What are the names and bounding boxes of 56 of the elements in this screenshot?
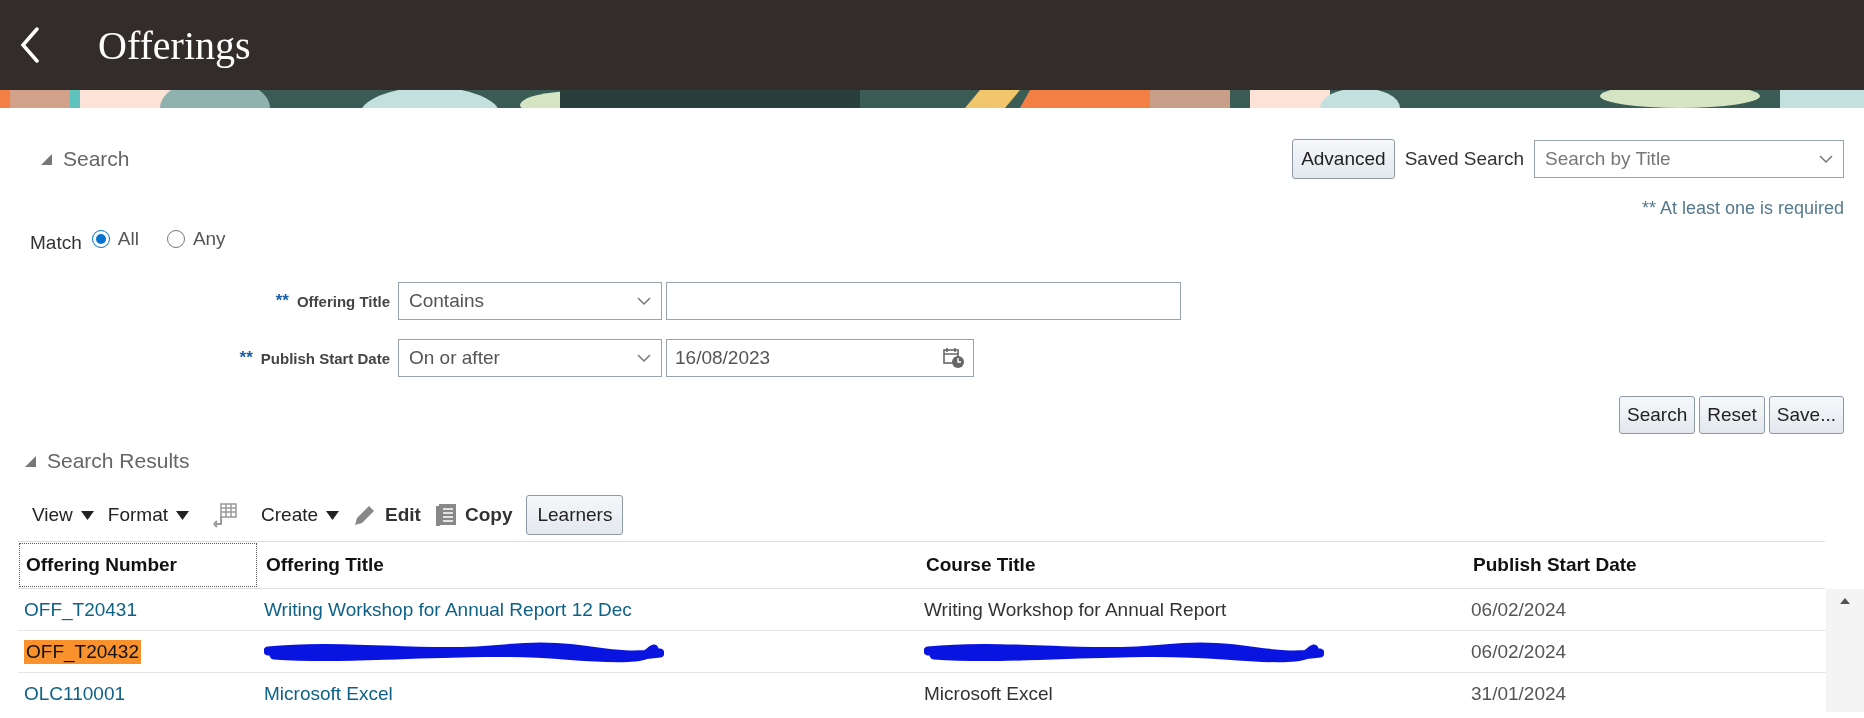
saved-search-label: Saved Search: [1404, 148, 1524, 170]
link[interactable]: Microsoft Excel: [264, 682, 393, 705]
highlighted-link[interactable]: OFF_T20432: [24, 639, 141, 664]
caret-icon: [1819, 154, 1833, 164]
menu-button[interactable]: Format: [107, 504, 190, 526]
scroll-up-icon[interactable]: [1839, 597, 1851, 605]
learners-button[interactable]: Learners: [526, 495, 624, 535]
table-cell: 31/01/2024: [1471, 682, 1567, 705]
section-heading: Search Results: [47, 449, 190, 473]
action-button[interactable]: Search: [1619, 396, 1696, 434]
field-label: Publish Start Date: [260, 349, 390, 367]
field-label: Offering Title: [296, 292, 390, 310]
radio-button[interactable]: [166, 230, 185, 248]
column-header[interactable]: Offering Title: [258, 542, 918, 588]
link[interactable]: OFF_T20431: [24, 598, 137, 621]
triangle-icon[interactable]: [24, 454, 37, 468]
document-icon: [434, 503, 457, 527]
menu-button[interactable]: Create: [261, 504, 340, 526]
link[interactable]: OLC110001: [24, 682, 126, 705]
required-marker: **: [239, 348, 253, 368]
radio-button[interactable]: [91, 230, 110, 248]
required-note: ** At least one is required: [1640, 198, 1844, 219]
radio-label: Any: [192, 228, 226, 250]
dropdown-arrow-icon: [176, 510, 190, 520]
column-header[interactable]: Course Title: [918, 542, 1465, 588]
table-cell: 06/02/2024: [1471, 598, 1567, 621]
table-icon[interactable]: [213, 502, 238, 528]
caret-icon: [637, 296, 651, 306]
menu-button[interactable]: View: [32, 504, 94, 526]
advanced-button[interactable]: Advanced: [1292, 139, 1395, 179]
column-header[interactable]: Offering Number: [18, 542, 258, 588]
dropdown-arrow-icon: [80, 510, 94, 520]
action-button[interactable]: Save...: [1768, 396, 1844, 434]
section-heading: Search: [63, 147, 130, 171]
column-header[interactable]: Publish Start Date: [1465, 542, 1825, 588]
table-cell: Microsoft Excel: [924, 682, 1053, 705]
required-marker: **: [275, 291, 289, 311]
dropdown-arrow-icon: [326, 510, 340, 520]
input-field[interactable]: [666, 282, 1181, 320]
edit-button[interactable]: Edit: [353, 503, 421, 527]
table-cell: Writing Workshop for Annual Report: [924, 598, 1227, 621]
date-field[interactable]: 16/08/2023: [666, 339, 974, 377]
triangle-icon[interactable]: [40, 152, 53, 166]
table-cell: 06/02/2024: [1471, 640, 1567, 663]
page-title: Offerings: [98, 21, 251, 69]
operator-dropdown[interactable]: Contains: [398, 282, 662, 320]
match-label: Match: [30, 232, 82, 254]
copy-button[interactable]: Copy: [434, 503, 513, 527]
action-button[interactable]: Reset: [1699, 396, 1765, 434]
back-icon[interactable]: [20, 27, 40, 63]
calendar-icon[interactable]: [943, 347, 965, 369]
operator-dropdown[interactable]: On or after: [398, 339, 662, 377]
link[interactable]: Writing Workshop for Annual Report 12 Dec: [264, 598, 632, 621]
saved-search-dropdown[interactable]: Search by Title: [1534, 140, 1844, 178]
radio-label: All: [117, 228, 139, 250]
caret-icon: [637, 353, 651, 363]
